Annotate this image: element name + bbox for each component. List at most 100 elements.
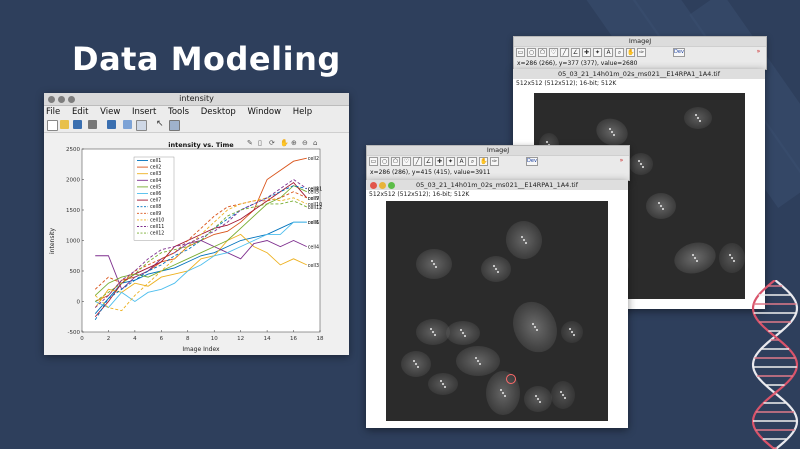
home-icon[interactable]: ⌂ <box>313 139 317 147</box>
more-tools-icon[interactable]: » <box>754 48 763 57</box>
fluorescent-focus <box>442 383 444 385</box>
new-figure-icon[interactable] <box>47 120 58 131</box>
fluorescent-focus <box>521 236 523 238</box>
microscopy-image[interactable] <box>386 201 608 421</box>
legend-entry: cell3 <box>150 171 161 177</box>
menu-file[interactable]: File <box>46 107 60 117</box>
fluorescent-focus <box>642 166 644 168</box>
oval-tool-icon[interactable]: ○ <box>527 48 536 57</box>
open-file-icon[interactable] <box>60 120 69 129</box>
polygon-tool-icon[interactable]: ⬠ <box>538 48 547 57</box>
zoom-window-button[interactable] <box>388 182 395 189</box>
close-window-button[interactable] <box>370 182 377 189</box>
more-tools-icon[interactable]: » <box>617 157 626 166</box>
rectangle-tool-icon[interactable]: ▭ <box>369 157 378 166</box>
magnifier-tool-icon[interactable]: ⌕ <box>468 157 477 166</box>
hand-tool-icon[interactable]: ✋ <box>479 157 488 166</box>
insert-legend-icon[interactable] <box>136 120 147 131</box>
chart-legend: cell1cell2cell3cell4cell5cell6cell7cell8… <box>133 156 175 241</box>
rotate-icon[interactable]: ⟳ <box>269 139 275 147</box>
rectangle-tool-icon[interactable]: ▭ <box>516 48 525 57</box>
fluorescent-focus <box>611 131 613 133</box>
fluorescent-focus <box>562 394 564 396</box>
x-tick-label: 6 <box>160 336 164 342</box>
link-plot-icon[interactable] <box>107 120 116 129</box>
dropper-tool-icon[interactable]: ✑ <box>637 48 646 57</box>
fluorescent-focus <box>493 265 495 267</box>
minimize-window-button[interactable] <box>58 96 65 103</box>
menu-insert[interactable]: Insert <box>132 107 156 117</box>
magnifier-tool-icon[interactable]: ⌕ <box>615 48 624 57</box>
series-end-label: cell2 <box>308 156 319 162</box>
menu-tools[interactable]: Tools <box>168 107 189 117</box>
developer-menu-icon[interactable]: Dev <box>526 157 538 166</box>
x-tick-label: 18 <box>317 336 324 342</box>
oval-tool-icon[interactable]: ○ <box>380 157 389 166</box>
menu-window[interactable]: Window <box>248 107 282 117</box>
text-tool-icon[interactable]: A <box>457 157 466 166</box>
x-tick-label: 0 <box>80 336 84 342</box>
dropper-tool-icon[interactable]: ✑ <box>490 157 499 166</box>
text-tool-icon[interactable]: A <box>604 48 613 57</box>
minimize-window-button[interactable] <box>379 182 386 189</box>
fluorescent-focus <box>564 397 566 399</box>
dna-helix-decoration <box>751 280 799 449</box>
slide: Data Modeling intensity File Edit View I… <box>0 0 800 449</box>
freehand-tool-icon[interactable]: ♡ <box>402 157 411 166</box>
polygon-tool-icon[interactable]: ⬠ <box>391 157 400 166</box>
zoom-out-icon[interactable]: ⊖ <box>302 139 308 147</box>
selection-roi-circle[interactable] <box>506 374 516 384</box>
matlab-menu-bar: File Edit View Insert Tools Desktop Wind… <box>44 106 349 118</box>
menu-view[interactable]: View <box>100 107 120 117</box>
fluorescent-focus <box>695 114 697 116</box>
legend-entry: cell2 <box>150 165 161 171</box>
imagej-title: ImageJ <box>514 37 766 46</box>
image-window-title-bar: 05_03_21_14h01m_02s_ms021__E14RPA1_1A4.t… <box>366 180 628 190</box>
pan-hand-icon[interactable]: ✋ <box>280 138 289 147</box>
y-axis-label: intensity <box>49 228 56 254</box>
brush-icon[interactable]: ✎ <box>247 139 253 147</box>
figure-area: intensity vs. Time ✎ ▯ ⟳ ✋ ⊕ ⊖ ⌂ 0 2 4 6 8 10… <box>44 133 349 355</box>
fluorescent-focus <box>525 242 527 244</box>
fluorescent-focus <box>504 395 506 397</box>
freehand-tool-icon[interactable]: ♡ <box>549 48 558 57</box>
hand-tool-icon[interactable]: ✋ <box>626 48 635 57</box>
zoom-window-button[interactable] <box>68 96 75 103</box>
property-inspector-icon[interactable] <box>169 120 180 131</box>
series-end-label: cell4 <box>308 245 319 251</box>
line-tool-icon[interactable]: ╱ <box>413 157 422 166</box>
wand-tool-icon[interactable]: ✦ <box>593 48 602 57</box>
menu-desktop[interactable]: Desktop <box>201 107 236 117</box>
insert-colorbar-icon[interactable] <box>123 120 132 129</box>
zoom-in-icon[interactable]: ⊕ <box>291 139 297 147</box>
edit-plot-icon[interactable]: ↖ <box>156 120 165 129</box>
fluorescent-focus <box>733 260 735 262</box>
save-icon[interactable] <box>73 120 82 129</box>
fluorescent-focus <box>571 331 573 333</box>
y-tick-label: 2000 <box>66 178 80 184</box>
axes-toolbar: ✎ ▯ ⟳ ✋ ⊕ ⊖ ⌂ <box>247 138 317 147</box>
legend-entry: cell12 <box>150 231 164 237</box>
close-window-button[interactable] <box>48 96 55 103</box>
series-end-label: cell12 <box>308 205 322 211</box>
fluorescent-focus <box>640 163 642 165</box>
print-icon[interactable] <box>88 120 97 129</box>
point-tool-icon[interactable]: ✚ <box>435 157 444 166</box>
angle-tool-icon[interactable]: ∠ <box>424 157 433 166</box>
menu-help[interactable]: Help <box>293 107 312 117</box>
legend-entry: cell5 <box>150 184 161 190</box>
legend-entry: cell8 <box>150 204 161 210</box>
developer-menu-icon[interactable]: Dev <box>673 48 685 57</box>
y-tick-label: 500 <box>70 269 81 275</box>
image-window-title-bar: 05_03_21_14h01m_02s_ms021__E14RPA1_1A4.t… <box>513 69 765 79</box>
fluorescent-focus <box>431 260 433 262</box>
menu-edit[interactable]: Edit <box>72 107 88 117</box>
line-tool-icon[interactable]: ╱ <box>560 48 569 57</box>
fluorescent-focus <box>444 386 446 388</box>
point-tool-icon[interactable]: ✚ <box>582 48 591 57</box>
angle-tool-icon[interactable]: ∠ <box>571 48 580 57</box>
wand-tool-icon[interactable]: ✦ <box>446 157 455 166</box>
image-info: 512x512 (512x512); 16-bit; 512K <box>369 191 470 198</box>
datatip-icon[interactable]: ▯ <box>258 139 262 147</box>
series-end-label: cell6 <box>308 220 319 226</box>
